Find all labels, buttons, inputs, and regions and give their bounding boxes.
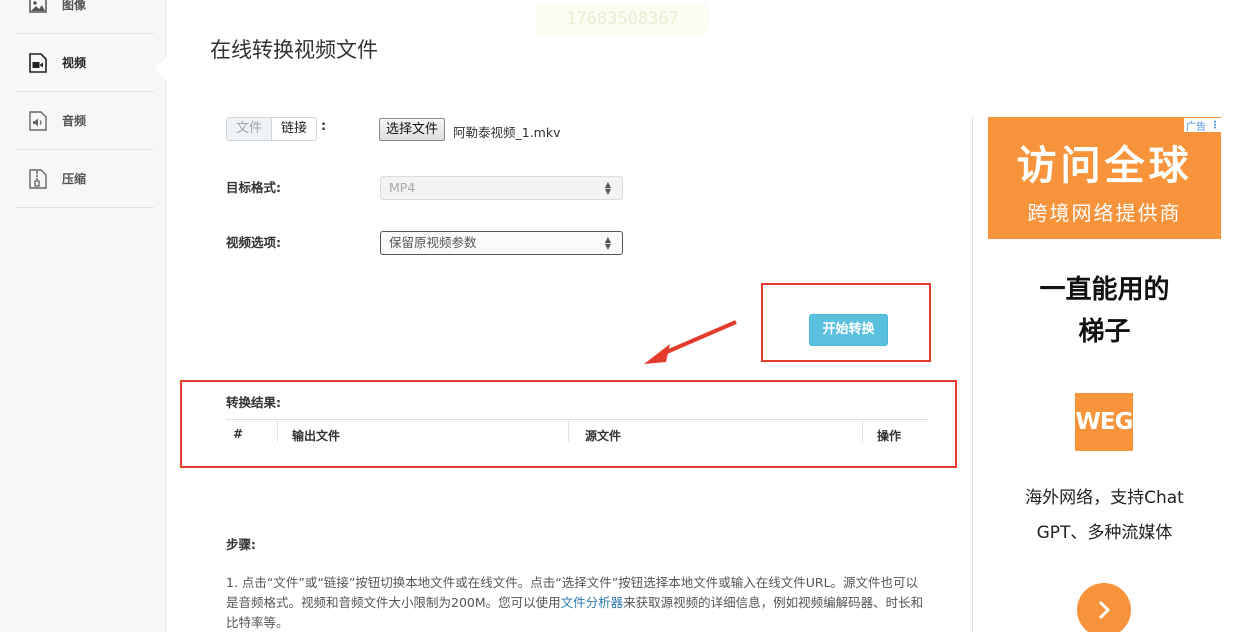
zip-file-icon: [28, 168, 48, 190]
column-header-source: 源文件: [585, 429, 622, 443]
toggle-link-button[interactable]: 链接: [272, 118, 317, 140]
ad-headline-line1: 一直能用的: [1039, 275, 1170, 305]
column-separator: [568, 420, 569, 442]
start-convert-button[interactable]: 开始转换: [809, 314, 888, 346]
annotation-arrow-icon: [644, 320, 737, 364]
ad-desc-line1: 海外网络，支持Chat: [1025, 488, 1184, 508]
ad-banner-title: 访问全球: [1016, 143, 1193, 189]
more-options-icon[interactable]: ⋮: [1210, 120, 1220, 131]
sidebar-item-compress[interactable]: 压缩: [16, 150, 154, 208]
source-toggle: 文件 链接: [226, 117, 318, 141]
page-title: 在线转换视频文件: [210, 38, 378, 62]
steps-description: 1. 点击“文件”或“链接”按钮切换本地文件或在线文件。点击“选择文件”按钮选择…: [226, 573, 926, 632]
toggle-file-button[interactable]: 文件: [227, 118, 273, 140]
target-format-value: MP4: [389, 180, 416, 195]
chevron-right-icon: [1098, 600, 1111, 620]
select-arrows-icon: ▲ ▼: [604, 180, 611, 196]
ad-choices-badge[interactable]: 广告 ⋮: [1184, 118, 1222, 133]
video-options-value: 保留原视频参数: [389, 235, 477, 250]
video-file-icon: [28, 52, 48, 74]
choose-file-button[interactable]: 选择文件: [379, 118, 446, 141]
image-icon: [28, 0, 48, 16]
column-separator: [277, 420, 278, 442]
ad-logo: WEG: [1075, 393, 1133, 451]
select-arrows-icon: ▲ ▼: [604, 235, 611, 251]
results-label: 转换结果:: [226, 395, 281, 410]
sidebar-item-label: 压缩: [62, 172, 87, 186]
ad-divider: [972, 116, 973, 632]
steps-label: 步骤:: [226, 537, 256, 552]
ad-headline: 一直能用的 梯子: [988, 269, 1221, 353]
column-separator: [862, 420, 863, 442]
target-format-label: 目标格式:: [226, 180, 281, 195]
column-header-index: #: [233, 427, 244, 441]
toggle-colon: :: [321, 119, 327, 134]
sidebar-item-label: 音频: [62, 114, 87, 128]
ghost-watermark-text: 17683508367: [535, 2, 710, 36]
ad-desc-line2: GPT、多种流媒体: [1036, 523, 1173, 543]
ad-banner[interactable]: 访问全球 跨境网络提供商: [988, 117, 1221, 239]
column-header-output: 输出文件: [292, 429, 341, 443]
results-table-divider: [226, 419, 928, 420]
selected-file-name: 阿勒泰视频_1.mkv: [453, 125, 561, 140]
ad-description: 海外网络，支持Chat GPT、多种流媒体: [988, 481, 1221, 551]
video-options-select[interactable]: 保留原视频参数 ▲ ▼: [380, 231, 623, 255]
advertisement[interactable]: 访问全球 跨境网络提供商 一直能用的 梯子 WEG 海外网络，支持Chat GP…: [988, 117, 1221, 632]
sidebar-item-audio[interactable]: 音频: [16, 92, 154, 150]
ad-banner-subtitle: 跨境网络提供商: [1027, 201, 1182, 225]
ad-headline-line2: 梯子: [1078, 317, 1131, 347]
sidebar-active-caret: [155, 58, 166, 80]
ad-go-button[interactable]: [1077, 583, 1131, 632]
sidebar-item-label: 图像: [62, 0, 87, 12]
audio-file-icon: [28, 110, 48, 132]
sidebar-item-image[interactable]: 图像: [16, 0, 154, 34]
video-options-label: 视频选项:: [226, 235, 281, 250]
sidebar: 图像 视频 音频 压缩: [0, 0, 166, 632]
target-format-select[interactable]: MP4 ▲ ▼: [380, 176, 623, 200]
sidebar-item-label: 视频: [62, 56, 87, 70]
column-header-actions: 操作: [877, 429, 902, 443]
ad-badge-label: 广告: [1186, 121, 1206, 133]
sidebar-item-video[interactable]: 视频: [16, 34, 154, 92]
file-analyzer-link[interactable]: 文件分析器: [561, 595, 624, 610]
